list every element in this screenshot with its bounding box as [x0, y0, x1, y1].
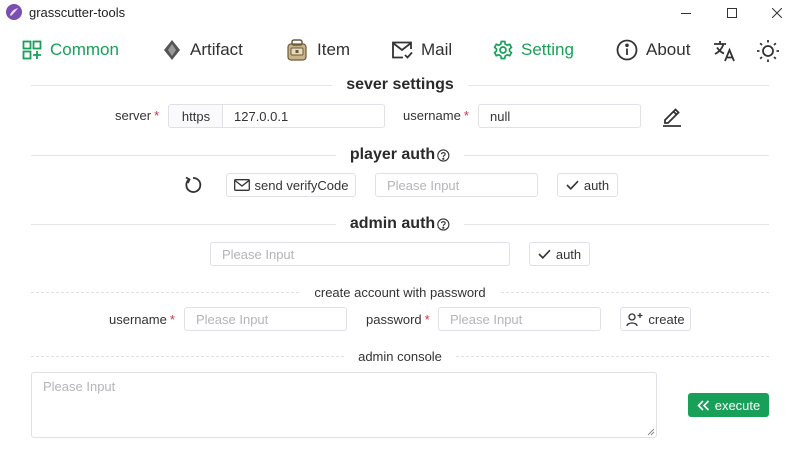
- edit-server-button[interactable]: [660, 104, 684, 128]
- username-label: username *: [403, 108, 469, 123]
- create-password-label: password *: [366, 312, 430, 327]
- nav-item-mail[interactable]: Mail: [391, 36, 452, 64]
- admin-token-input[interactable]: Please Input: [210, 242, 510, 266]
- gear-icon: [493, 40, 513, 60]
- double-chevron-left-icon: [697, 399, 709, 411]
- refresh-icon: [185, 176, 202, 193]
- help-circle-icon[interactable]: [437, 148, 450, 162]
- app-logo-icon: [6, 4, 22, 20]
- language-button[interactable]: [712, 38, 738, 64]
- nav-item-label: Item: [317, 40, 351, 59]
- server-settings-heading: sever settings: [31, 75, 769, 95]
- create-account-title: create account with password: [314, 284, 486, 300]
- server-address-input[interactable]: 127.0.0.1: [222, 104, 385, 128]
- mail-icon: [233, 179, 250, 191]
- nav-item-setting[interactable]: Setting: [493, 36, 574, 64]
- admin-console-title: admin console: [358, 348, 442, 364]
- nav-item-item[interactable]: Item: [285, 36, 350, 64]
- nav-item-label: Mail: [421, 40, 453, 59]
- nav-item-label: Setting: [521, 40, 574, 59]
- create-account-heading: create account with password: [31, 282, 769, 302]
- nav-item-label: Artifact: [190, 40, 243, 59]
- console-command-textarea[interactable]: Please Input: [31, 372, 657, 438]
- window-title: grasscutter-tools: [29, 5, 126, 20]
- top-nav: Common Artifact Item Mail Setting About: [0, 30, 800, 70]
- pencil-icon: [663, 108, 681, 127]
- info-icon: [616, 39, 638, 61]
- title-bar: grasscutter-tools: [0, 0, 800, 26]
- create-username-label: username *: [109, 312, 175, 327]
- mail-icon: [392, 41, 413, 59]
- create-account-button[interactable]: create: [620, 307, 691, 331]
- username-input[interactable]: null: [478, 104, 641, 128]
- execute-button[interactable]: execute: [688, 393, 769, 417]
- protocol-prefix: https: [168, 104, 223, 128]
- nav-item-label: About: [646, 40, 691, 59]
- add-user-icon: [626, 312, 643, 326]
- console-placeholder: Please Input: [43, 379, 116, 394]
- backpack-icon: [287, 39, 307, 61]
- close-icon: [772, 8, 782, 18]
- admin-auth-heading: admin auth: [31, 214, 769, 234]
- refresh-button[interactable]: [182, 174, 204, 196]
- check-icon: [538, 249, 551, 259]
- maximize-icon: [727, 8, 737, 18]
- minimize-button[interactable]: [663, 0, 709, 26]
- server-label: server *: [115, 108, 160, 123]
- close-button[interactable]: [754, 0, 800, 26]
- nav-item-artifact[interactable]: Artifact: [162, 36, 243, 64]
- server-settings-title: sever settings: [346, 76, 454, 93]
- resize-grip-icon[interactable]: [647, 428, 655, 436]
- check-icon: [566, 180, 579, 190]
- theme-toggle-button[interactable]: [755, 38, 781, 64]
- sun-icon: [757, 40, 779, 62]
- translate-icon: [714, 41, 735, 62]
- help-circle-icon[interactable]: [437, 217, 450, 231]
- verify-code-input[interactable]: Please Input: [375, 173, 538, 197]
- create-password-input[interactable]: Please Input: [438, 307, 601, 331]
- nav-item-common[interactable]: Common: [22, 36, 119, 64]
- artifact-icon: [164, 40, 180, 60]
- minimize-icon: [681, 13, 691, 14]
- admin-console-heading: admin console: [31, 346, 769, 366]
- nav-item-label: Common: [50, 40, 119, 59]
- player-auth-title: player auth: [349, 146, 436, 163]
- player-auth-button[interactable]: auth: [557, 173, 618, 197]
- create-username-input[interactable]: Please Input: [184, 307, 347, 331]
- player-auth-heading: player auth: [31, 145, 769, 165]
- admin-auth-title: admin auth: [349, 215, 436, 232]
- maximize-button[interactable]: [709, 0, 755, 26]
- nav-item-about[interactable]: About: [616, 36, 690, 64]
- send-verify-code-button[interactable]: send verifyCode: [226, 173, 356, 197]
- grid-plus-icon: [22, 40, 42, 60]
- admin-auth-button[interactable]: auth: [529, 242, 590, 266]
